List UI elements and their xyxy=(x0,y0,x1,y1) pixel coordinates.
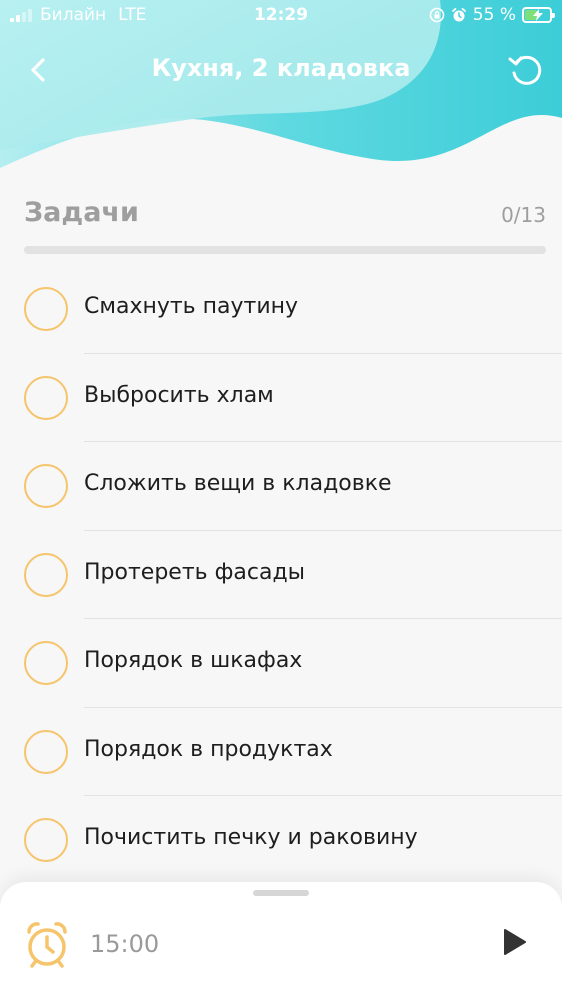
task-label: Выбросить хлам xyxy=(84,382,274,408)
task-label: Протереть фасады xyxy=(84,559,306,585)
task-label: Порядок в шкафах xyxy=(84,648,303,673)
play-icon xyxy=(504,929,526,955)
tasks-progress-bar xyxy=(24,246,546,254)
task-label: Сложить вещи в кладовке xyxy=(84,471,392,496)
task-item[interactable]: Выбросить хлам xyxy=(0,354,562,442)
alarm-icon xyxy=(451,7,466,22)
task-count: 0/13 xyxy=(501,203,546,227)
task-item[interactable]: Протереть фасады xyxy=(0,531,562,619)
task-checkbox[interactable] xyxy=(24,729,68,774)
timer-sheet[interactable]: 15:00 xyxy=(0,882,562,1000)
battery-percent: 55 % xyxy=(472,5,516,25)
alarm-clock-icon xyxy=(27,922,67,968)
nav-bar: Кухня, 2 кладовка xyxy=(0,40,562,100)
task-checkbox[interactable] xyxy=(24,287,68,331)
play-button[interactable] xyxy=(496,924,532,960)
tasks-section-header: Задачи 0/13 xyxy=(24,197,546,233)
task-item[interactable]: Порядок в продуктах xyxy=(0,708,562,796)
refresh-button[interactable] xyxy=(504,48,548,92)
task-checkbox[interactable] xyxy=(24,464,68,508)
task-checkbox[interactable] xyxy=(24,552,68,597)
task-label: Почистить печку и раковину xyxy=(84,825,418,850)
task-list: Смахнуть паутину Выбросить хлам Сложить … xyxy=(0,265,562,885)
battery-cap xyxy=(552,13,555,18)
task-label: Смахнуть паутину xyxy=(84,294,299,319)
refresh-icon xyxy=(508,55,542,85)
sheet-drag-handle[interactable] xyxy=(253,890,309,896)
task-item[interactable]: Сложить вещи в кладовке xyxy=(0,442,562,531)
task-item[interactable]: Почистить печку и раковину xyxy=(0,796,562,885)
status-right: 55 % xyxy=(429,5,555,25)
orientation-lock-icon xyxy=(429,7,445,23)
task-checkbox[interactable] xyxy=(24,818,68,862)
timer-value: 15:00 xyxy=(90,930,160,958)
task-checkbox[interactable] xyxy=(24,375,68,420)
task-checkbox[interactable] xyxy=(24,641,68,685)
page-title: Кухня, 2 кладовка xyxy=(151,54,411,82)
section-title: Задачи xyxy=(24,197,139,228)
task-item[interactable]: Смахнуть паутину xyxy=(0,265,562,354)
task-label: Порядок в продуктах xyxy=(84,736,333,762)
task-item[interactable]: Порядок в шкафах xyxy=(0,619,562,708)
charging-bolt-icon xyxy=(533,9,543,21)
status-bar: Билайн LTE 12:29 55 % xyxy=(0,0,562,32)
chevron-left-icon xyxy=(31,58,45,82)
battery-icon xyxy=(522,7,555,23)
back-button[interactable] xyxy=(18,52,58,88)
